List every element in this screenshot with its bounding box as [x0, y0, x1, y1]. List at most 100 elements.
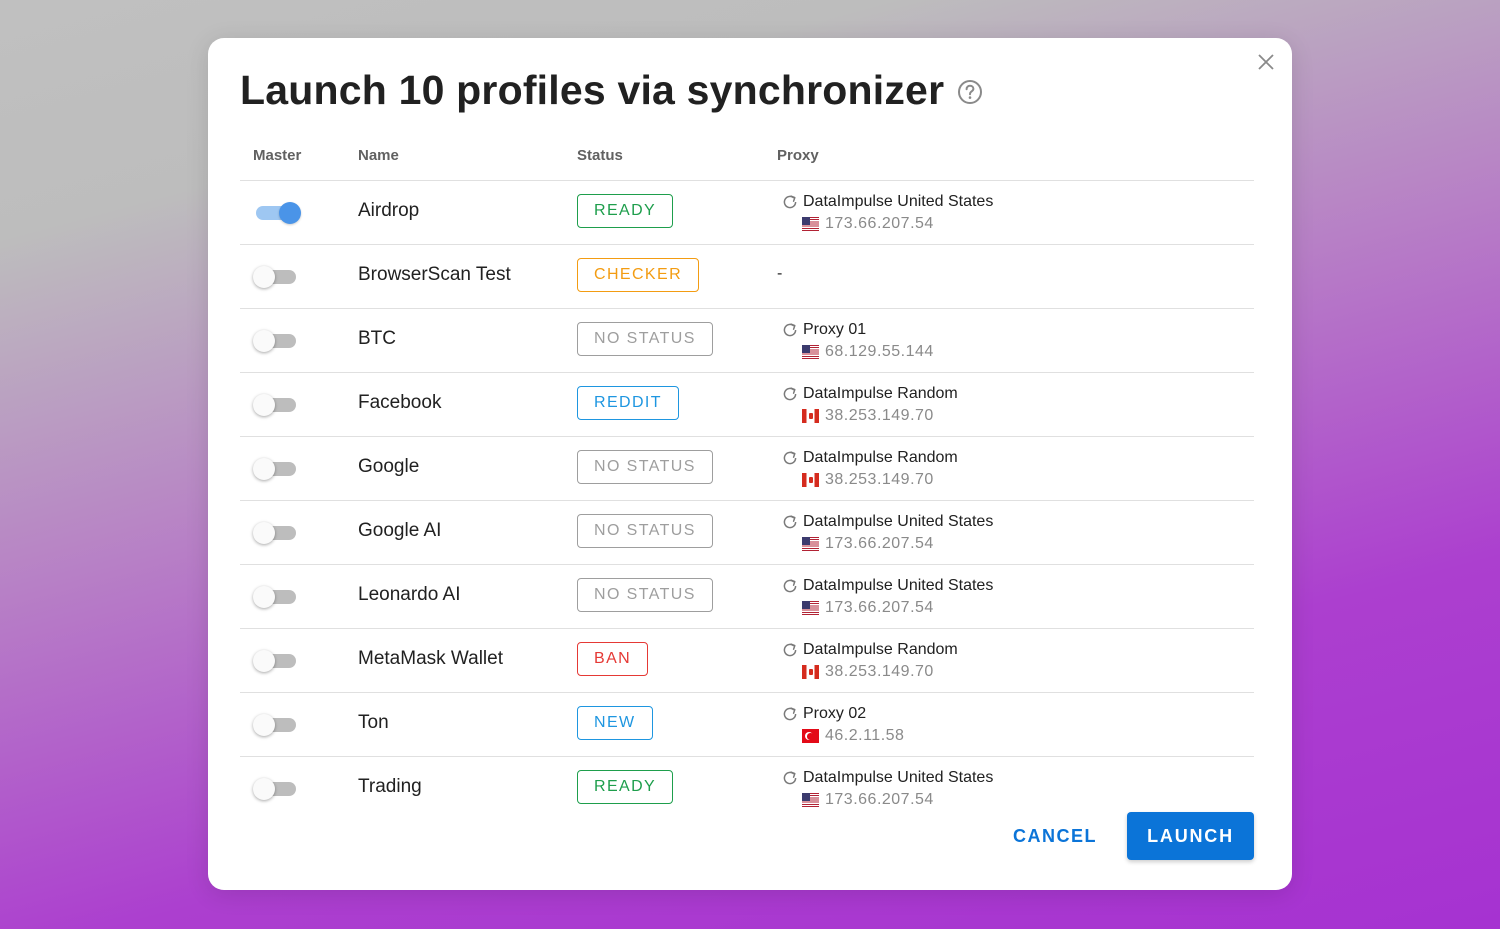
proxy-ip: 38.253.149.70 [825, 663, 934, 680]
proxy-name-line: Proxy 01 [781, 320, 934, 340]
proxy-cell: DataImpulse Random 38.253.149.70 [781, 640, 958, 682]
profile-name: Leonardo AI [358, 584, 461, 605]
toggle-thumb [279, 202, 301, 224]
master-toggle[interactable] [253, 778, 299, 800]
toggle-thumb [253, 714, 275, 736]
proxy-cell: DataImpulse Random 38.253.149.70 [781, 384, 958, 426]
master-toggle[interactable] [253, 458, 299, 480]
proxy-name-line: DataImpulse United States [781, 768, 993, 788]
proxy-cell: DataImpulse United States 173.66.207.54 [781, 192, 993, 234]
refresh-icon[interactable] [781, 641, 799, 659]
flag-ca-icon [802, 473, 819, 487]
toggle-thumb [253, 586, 275, 608]
proxy-name: DataImpulse United States [803, 193, 994, 210]
proxy-cell: DataImpulse United States 173.66.207.54 [781, 512, 993, 554]
profile-name: BrowserScan Test [358, 264, 511, 285]
table-row[interactable]: BTC NO STATUS Proxy 01 68.129.55.144 [240, 309, 1254, 373]
table-row[interactable]: Airdrop READY DataImpulse United States 173… [240, 181, 1254, 245]
table-row[interactable]: Google NO STATUS DataImpulse Random 38.253.… [240, 437, 1254, 501]
header-status[interactable]: Status [577, 147, 623, 164]
proxy-cell: Proxy 01 68.129.55.144 [781, 320, 934, 362]
proxy-name-line: DataImpulse United States [781, 576, 993, 596]
status-badge[interactable]: REDDIT [577, 386, 679, 420]
launch-dialog: Launch 10 profiles via synchronizer Mast… [208, 38, 1292, 890]
master-toggle[interactable] [253, 202, 301, 224]
flag-us-icon [802, 537, 819, 551]
proxy-name-line: DataImpulse United States [781, 192, 993, 212]
status-badge[interactable]: NO STATUS [577, 514, 713, 548]
status-badge[interactable]: READY [577, 770, 674, 804]
master-toggle[interactable] [253, 522, 299, 544]
question-circle-icon[interactable] [957, 79, 983, 105]
header-proxy[interactable]: Proxy [777, 147, 819, 164]
proxy-name-line: DataImpulse Random [781, 640, 958, 660]
profile-name: Trading [358, 776, 422, 797]
profile-name: Google AI [358, 520, 442, 541]
status-badge[interactable]: CHECKER [577, 258, 700, 292]
master-toggle[interactable] [253, 394, 299, 416]
flag-ca-icon [802, 409, 819, 423]
status-badge[interactable]: NO STATUS [577, 578, 713, 612]
flag-ca-icon [802, 665, 819, 679]
proxy-ip: 38.253.149.70 [825, 471, 934, 488]
refresh-icon[interactable] [781, 193, 799, 211]
refresh-icon[interactable] [781, 705, 799, 723]
profile-name: Airdrop [358, 200, 420, 221]
toggle-thumb [253, 266, 275, 288]
refresh-icon[interactable] [781, 513, 799, 531]
master-toggle[interactable] [253, 586, 299, 608]
table-row[interactable]: Leonardo AI NO STATUS DataImpulse United S… [240, 565, 1254, 629]
table-header: Master Name Status Proxy [240, 136, 1254, 181]
refresh-icon[interactable] [781, 577, 799, 595]
table-row[interactable]: Facebook REDDIT DataImpulse Random 38.253.1… [240, 373, 1254, 437]
table-row[interactable]: Trading READY DataImpulse United States 173… [240, 757, 1254, 820]
proxy-ip-line: 173.66.207.54 [802, 534, 993, 554]
cancel-button[interactable]: CANCEL [1000, 813, 1110, 859]
proxy-ip-line: 38.253.149.70 [802, 470, 958, 490]
refresh-icon[interactable] [781, 769, 799, 787]
refresh-icon[interactable] [781, 449, 799, 467]
profile-name: MetaMask Wallet [358, 648, 503, 669]
proxy-cell: DataImpulse United States 173.66.207.54 [781, 768, 993, 810]
proxy-name: DataImpulse United States [803, 769, 994, 786]
proxy-ip-line: 46.2.11.58 [802, 726, 904, 746]
master-toggle[interactable] [253, 266, 299, 288]
master-toggle[interactable] [253, 714, 299, 736]
proxy-name-line: Proxy 02 [781, 704, 904, 724]
table-row[interactable]: BrowserScan Test CHECKER - [240, 245, 1254, 309]
launch-button[interactable]: LAUNCH [1127, 812, 1254, 860]
refresh-icon[interactable] [781, 385, 799, 403]
flag-us-icon [802, 601, 819, 615]
proxy-name: Proxy 02 [803, 705, 867, 722]
table-row[interactable]: Google AI NO STATUS DataImpulse United Sta… [240, 501, 1254, 565]
proxy-ip: 173.66.207.54 [825, 599, 934, 616]
status-badge[interactable]: READY [577, 194, 674, 228]
proxy-cell: DataImpulse United States 173.66.207.54 [781, 576, 993, 618]
header-master[interactable]: Master [253, 147, 301, 164]
table-row[interactable]: MetaMask Wallet BAN DataImpulse Random 38.2… [240, 629, 1254, 693]
profile-name: Google [358, 456, 420, 477]
status-badge[interactable]: NO STATUS [577, 450, 713, 484]
table-row[interactable]: Ton NEW Proxy 02 46.2.11.58 [240, 693, 1254, 757]
dialog-title: Launch 10 profiles via synchronizer [240, 66, 945, 113]
status-badge[interactable]: NO STATUS [577, 322, 713, 356]
profile-name: Facebook [358, 392, 442, 413]
table-body: Airdrop READY DataImpulse United States 173… [240, 181, 1254, 820]
refresh-icon[interactable] [781, 321, 799, 339]
flag-us-icon [802, 793, 819, 807]
header-name[interactable]: Name [358, 147, 399, 164]
profiles-table: Master Name Status Proxy Airdrop READY Dat… [240, 136, 1254, 820]
proxy-name: DataImpulse Random [803, 641, 958, 658]
master-toggle[interactable] [253, 330, 299, 352]
status-badge[interactable]: BAN [577, 642, 649, 676]
status-badge[interactable]: NEW [577, 706, 653, 740]
close-button[interactable] [1256, 52, 1276, 72]
flag-us-icon [802, 217, 819, 231]
proxy-cell: DataImpulse Random 38.253.149.70 [781, 448, 958, 490]
proxy-ip: 68.129.55.144 [825, 343, 934, 360]
profile-name: Ton [358, 712, 389, 733]
proxy-ip-line: 38.253.149.70 [802, 406, 958, 426]
close-icon[interactable] [1256, 52, 1276, 72]
toggle-thumb [253, 778, 275, 800]
master-toggle[interactable] [253, 650, 299, 672]
